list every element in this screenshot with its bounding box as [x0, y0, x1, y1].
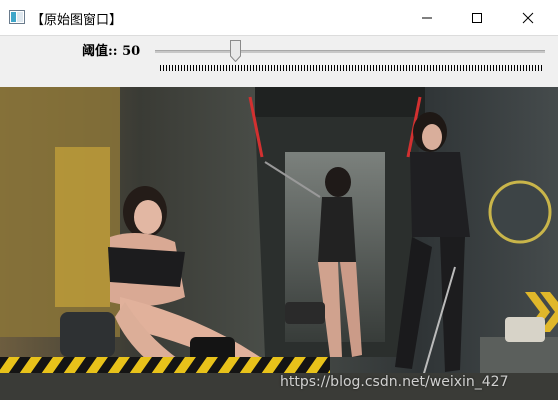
image-viewport — [0, 87, 558, 400]
maximize-button[interactable] — [454, 0, 500, 35]
image-watermark: https://blog.csdn.net/weixin_427 — [280, 374, 509, 390]
close-icon — [522, 12, 534, 23]
trackbar-label: 阈值:: 50 — [82, 44, 141, 59]
trackbar-ticks — [160, 65, 543, 71]
window-title: 【原始图窗口】 — [31, 13, 123, 28]
displayed-image — [0, 87, 558, 400]
trackbar-thumb[interactable] — [230, 40, 241, 62]
trackbar-track[interactable] — [155, 50, 545, 53]
window-app-icon — [9, 10, 25, 24]
close-button[interactable] — [505, 0, 551, 35]
title-bar[interactable]: 【原始图窗口】 — [0, 0, 558, 36]
minimize-icon — [422, 17, 432, 18]
maximize-icon — [472, 12, 482, 23]
trackbar-panel: 阈值:: 50 — [0, 36, 558, 84]
minimize-button[interactable] — [404, 0, 450, 35]
